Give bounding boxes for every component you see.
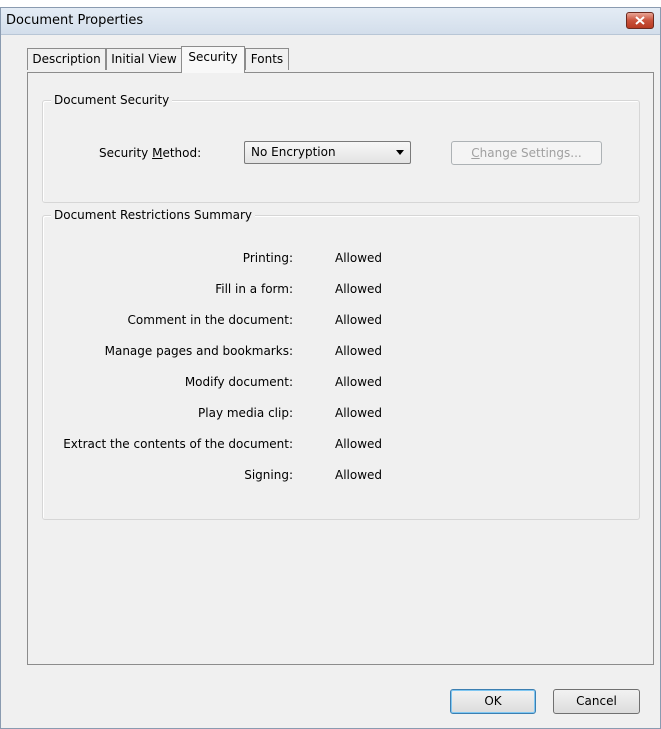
restriction-value: Allowed [335, 282, 383, 296]
tab-description[interactable]: Description [27, 48, 106, 70]
tab-fonts-label: Fonts [250, 52, 284, 66]
title-bar[interactable]: Document Properties [1, 8, 660, 35]
chevron-down-icon [396, 150, 404, 155]
document-security-legend: Document Security [51, 93, 173, 107]
tab-initial-view[interactable]: Initial View [106, 48, 182, 70]
dialog-title: Document Properties [6, 13, 144, 28]
tab-fonts[interactable]: Fonts [245, 48, 289, 70]
cancel-label: Cancel [576, 694, 617, 708]
document-restrictions-legend: Document Restrictions Summary [51, 208, 256, 222]
ok-button[interactable]: OK [450, 689, 536, 714]
tab-initial-view-label: Initial View [111, 52, 177, 66]
restriction-label: Printing: [242, 251, 293, 265]
close-icon [635, 16, 645, 25]
restriction-label: Modify document: [184, 375, 293, 389]
tab-security[interactable]: Security [181, 46, 245, 73]
security-method-label: Security Method: [99, 146, 202, 160]
security-tab-panel: Document Security Security Method: No En… [27, 72, 654, 665]
tab-description-label: Description [32, 52, 101, 66]
restriction-value: Allowed [335, 344, 383, 358]
restriction-label: Extract the contents of the document: [63, 437, 293, 451]
restriction-label: Fill in a form: [215, 282, 293, 296]
restriction-value: Allowed [335, 468, 383, 482]
security-method-select[interactable]: No Encryption [244, 141, 411, 164]
security-method-value: No Encryption [251, 145, 336, 159]
restriction-value: Allowed [335, 313, 383, 327]
restriction-label: Comment in the document: [127, 313, 293, 327]
restriction-label: Manage pages and bookmarks: [104, 344, 293, 358]
restriction-label: Signing: [244, 468, 293, 482]
tab-security-label: Security [188, 50, 238, 64]
change-settings-button[interactable]: Change Settings... [451, 141, 602, 165]
cancel-button[interactable]: Cancel [553, 689, 640, 714]
restriction-value: Allowed [335, 375, 383, 389]
restriction-value: Allowed [335, 406, 383, 420]
restriction-value: Allowed [335, 437, 383, 451]
restriction-value: Allowed [335, 251, 383, 265]
document-security-group: Document Security Security Method: No En… [42, 93, 640, 203]
document-restrictions-group: Document Restrictions Summary Printing: … [42, 208, 640, 520]
restriction-label: Play media clip: [198, 406, 293, 420]
close-button[interactable] [626, 12, 654, 29]
ok-label: OK [484, 694, 502, 708]
change-settings-label: Change Settings... [471, 146, 582, 160]
